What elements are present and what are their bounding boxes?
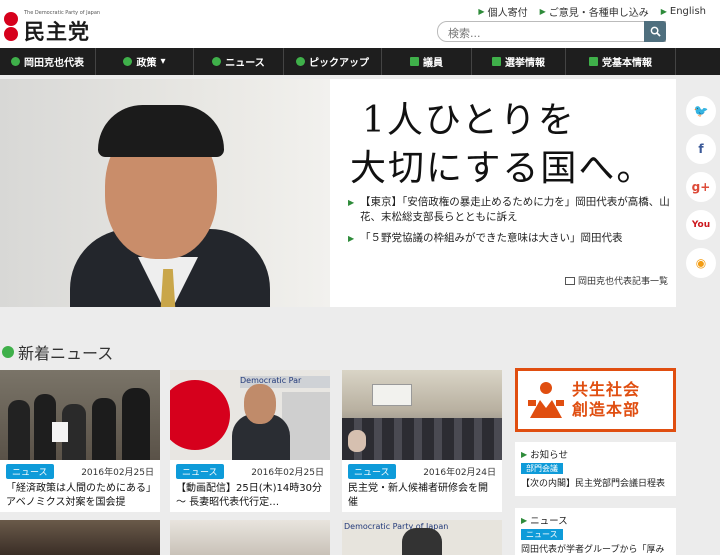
news-card[interactable]: [170, 520, 330, 555]
news-title[interactable]: 「経済政策は人間のためにある」アベノミクス対案を国会提: [0, 479, 160, 509]
logo-name: 民主党: [24, 20, 90, 44]
nav-item-policy[interactable]: 政策 ▾: [96, 48, 194, 75]
nav-item-about[interactable]: 党基本情報: [566, 48, 676, 75]
news-image: [342, 370, 502, 460]
news-card[interactable]: [0, 520, 160, 555]
notice-heading: ニュース: [530, 516, 568, 527]
search-box: [437, 21, 666, 43]
rss-icon[interactable]: ◉: [686, 248, 716, 278]
hero-link[interactable]: ▶ 「５野党協議の枠組みができた意味は大きい」岡田代表: [348, 231, 670, 246]
logo-mark-icon: [2, 12, 20, 42]
hero-links: ▶ 【東京】「安倍政権の暴走止めるために力を」岡田代表が高橋、山花、末松総支部長ら…: [348, 195, 670, 252]
top-links: ▶ 個人寄付 ▶ ご意見・各種申し込み ▶ English: [478, 4, 706, 19]
category-badge[interactable]: ニュース: [348, 464, 396, 479]
notice-heading: お知らせ: [530, 450, 568, 461]
triangle-icon: ▶: [521, 449, 528, 459]
english-link[interactable]: ▶ English: [661, 4, 706, 19]
news-card[interactable]: Democratic Par ニュース 2016年02月25日 【動画配信】25日…: [170, 370, 330, 512]
news-image: Democratic Par: [170, 370, 330, 460]
globe-icon: [296, 57, 305, 66]
donate-link[interactable]: ▶ 個人寄付: [478, 4, 527, 19]
circle-icon: [123, 57, 133, 66]
briefcase-icon: [589, 57, 598, 66]
nav-item-members[interactable]: 議員: [382, 48, 472, 75]
googleplus-icon[interactable]: g+: [686, 172, 716, 202]
person-icon: [410, 57, 419, 66]
twitter-icon[interactable]: 🐦: [686, 96, 716, 126]
globe-icon: [2, 346, 14, 358]
nav-item-leader[interactable]: 岡田克也代表: [0, 48, 96, 75]
main-nav: 岡田克也代表 政策 ▾ ニュース ピックアップ 議員 選挙情報 党基本情報: [0, 48, 720, 75]
speech-icon: [11, 57, 20, 66]
site-logo[interactable]: The Democratic Party of Japan 民主党: [2, 6, 102, 44]
kyosei-logo-icon: [524, 378, 568, 422]
category-badge[interactable]: ニュース: [176, 464, 224, 479]
facebook-icon[interactable]: f: [686, 134, 716, 164]
hero-link[interactable]: ▶ 【東京】「安倍政権の暴走止めるために力を」岡田代表が高橋、山花、末松総支部長ら…: [348, 195, 670, 225]
notice-badge[interactable]: ニュース: [521, 529, 563, 540]
news-card[interactable]: Democratic Party of Japan: [342, 520, 502, 555]
triangle-icon: ▶: [348, 198, 355, 207]
kyosei-banner[interactable]: 共生社会 創造本部: [515, 368, 676, 432]
news-image: [0, 370, 160, 460]
chevron-down-icon: ▾: [160, 56, 166, 67]
nav-item-elections[interactable]: 選挙情報: [472, 48, 566, 75]
triangle-icon: ▶: [539, 7, 546, 16]
news-card[interactable]: ニュース 2016年02月24日 民主党・新人候補者研修会を開催: [342, 370, 502, 512]
nav-item-pickup[interactable]: ピックアップ: [284, 48, 382, 75]
social-buttons: 🐦 f g+ You ◉: [686, 96, 716, 286]
triangle-icon: ▶: [521, 515, 528, 525]
category-badge[interactable]: ニュース: [6, 464, 54, 479]
hero-banner[interactable]: 1人ひとりを 大切にする国へ。 ▶ 【東京】「安倍政権の暴走止めるために力を」岡田…: [0, 79, 676, 307]
news-section-title: 新着ニュース: [2, 340, 113, 364]
feedback-link[interactable]: ▶ ご意見・各種申し込み: [540, 4, 649, 19]
notice-badge[interactable]: 部門会議: [521, 463, 563, 474]
triangle-icon: ▶: [660, 7, 667, 16]
youtube-icon[interactable]: You: [686, 210, 716, 240]
kyosei-banner-text: 共生社会 創造本部: [572, 380, 641, 419]
triangle-icon: ▶: [348, 234, 355, 243]
notice-text[interactable]: 岡田代表が学者グループから「厚み: [521, 542, 670, 555]
hero-headline-line1: 1人ひとりを: [362, 100, 576, 141]
search-input[interactable]: [438, 24, 638, 43]
notice-box[interactable]: ▶ お知らせ 部門会議 【次の内閣】民主党部門会議日程表: [515, 442, 676, 496]
nav-item-news[interactable]: ニュース: [194, 48, 284, 75]
news-card[interactable]: ニュース 2016年02月25日 「経済政策は人間のためにある」アベノミクス対案を…: [0, 370, 160, 512]
notice-box[interactable]: ▶ ニュース ニュース 岡田代表が学者グループから「厚み: [515, 508, 676, 555]
hero-more-link[interactable]: 岡田克也代表記事一覧: [564, 274, 668, 287]
news-date: 2016年02月24日: [423, 468, 496, 478]
news-date: 2016年02月25日: [81, 468, 154, 478]
news-title[interactable]: 【動画配信】25日(木)14時30分～ 長妻昭代表代行定…: [170, 479, 330, 509]
globe-icon: [212, 57, 222, 66]
hero-photo: [0, 79, 330, 307]
hero-headline-line2: 大切にする国へ。: [350, 148, 655, 189]
triangle-icon: ▶: [478, 7, 485, 16]
news-title[interactable]: 民主党・新人候補者研修会を開催: [342, 479, 502, 509]
search-button[interactable]: [644, 21, 666, 42]
list-icon: [564, 276, 575, 285]
megaphone-icon: [492, 57, 501, 66]
site-header: The Democratic Party of Japan 民主党 ▶ 個人寄付 …: [0, 0, 720, 48]
search-icon: [650, 26, 661, 37]
notice-text[interactable]: 【次の内閣】民主党部門会議日程表: [521, 476, 670, 489]
news-date: 2016年02月25日: [251, 468, 324, 478]
